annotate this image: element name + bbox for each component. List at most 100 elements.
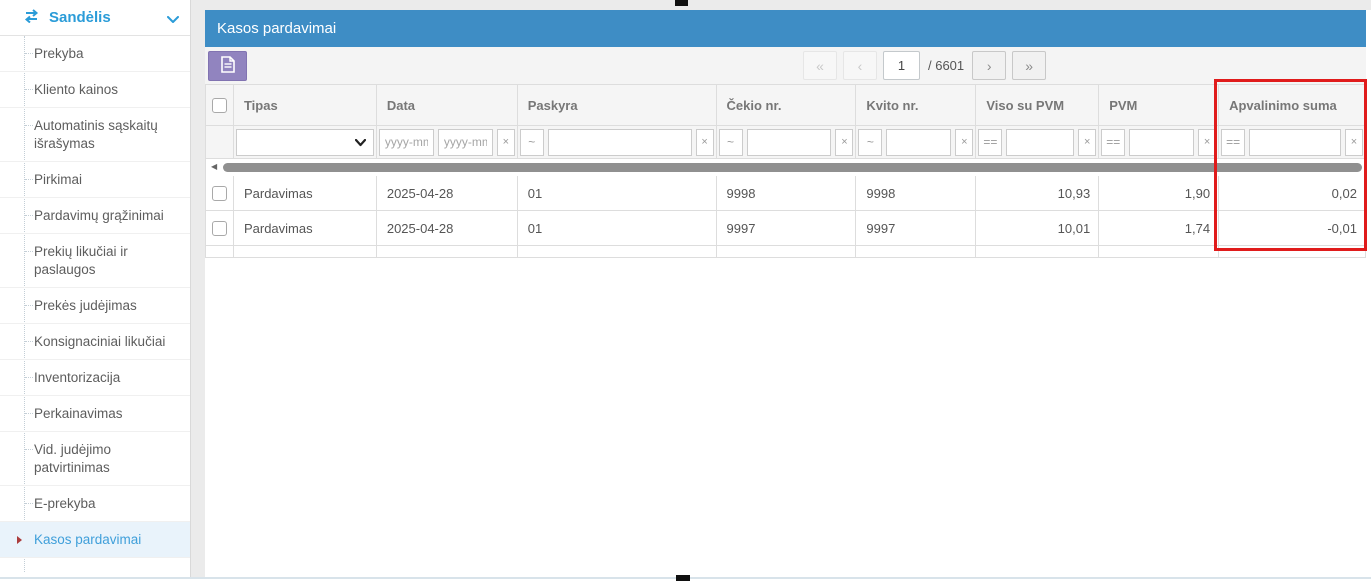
- sidebar-item-label: Kasos pardavimai: [34, 532, 142, 547]
- clear-filter-button[interactable]: ×: [835, 128, 854, 156]
- sidebar-item-label: Pardavimų grąžinimai: [34, 208, 164, 223]
- toolbar: « ‹ / 6601 › »: [205, 47, 1366, 84]
- cell-empty: [376, 246, 518, 258]
- sidebar-item-label: Inventorizacija: [34, 370, 121, 385]
- filter-cell-apvalinimo-suma: == ×: [1219, 126, 1366, 159]
- row-checkbox[interactable]: [211, 220, 227, 236]
- filter-operator-button[interactable]: ~: [519, 128, 544, 156]
- column-header-viso-su-pvm[interactable]: Viso su PVM: [976, 84, 1100, 126]
- clear-filter-button[interactable]: ×: [1198, 128, 1217, 156]
- sidebar-item-inventorizacija[interactable]: Inventorizacija: [0, 360, 190, 396]
- sidebar-item-e-prekyba[interactable]: E-prekyba: [0, 486, 190, 522]
- clear-filter-button[interactable]: ×: [496, 128, 515, 156]
- pvm-filter-input[interactable]: [1129, 128, 1195, 156]
- filter-cell-paskyra: ~ ×: [517, 126, 717, 159]
- chevron-down-icon: [167, 12, 179, 27]
- cell-pvm: 1,90: [1099, 176, 1220, 211]
- table-row[interactable]: Pardavimas 2025-04-28 01 9997 9997 10,01…: [206, 211, 1366, 246]
- pager-last-button[interactable]: »: [1012, 51, 1047, 80]
- apvalinimo-suma-filter-input[interactable]: [1249, 128, 1341, 156]
- cell-viso-su-pvm: 10,01: [976, 211, 1100, 246]
- filter-operator-button[interactable]: ==: [1101, 128, 1126, 156]
- kvito-nr-filter-input[interactable]: [886, 128, 952, 156]
- clear-filter-button[interactable]: ×: [695, 128, 714, 156]
- filter-operator-button[interactable]: ==: [978, 128, 1003, 156]
- select-all-checkbox[interactable]: [211, 97, 227, 113]
- active-item-marker-icon: [17, 536, 22, 544]
- grid-filter-row: × ~ × ~ × ~ × == × ==: [206, 126, 1366, 159]
- sidebar-item-prekes-judejimas[interactable]: Prekės judėjimas: [0, 288, 190, 324]
- data-grid: Tipas Data Paskyra Čekio nr. Kvito nr. V…: [205, 84, 1366, 258]
- sidebar-item-label: E-prekyba: [34, 496, 96, 511]
- sidebar-item-kliento-kainos[interactable]: Kliento kainos: [0, 72, 190, 108]
- scroll-left-arrow-icon[interactable]: ◀: [211, 162, 217, 171]
- cell-kvito-nr: 9997: [856, 211, 977, 246]
- viso-su-pvm-filter-input[interactable]: [1006, 128, 1075, 156]
- select-all-cell: [206, 84, 234, 126]
- cell-cekio-nr: 9997: [716, 211, 857, 246]
- cell-tipas: Pardavimas: [233, 211, 377, 246]
- top-edge-artifact: [675, 0, 688, 6]
- top-margin-strip: [205, 0, 1371, 10]
- column-header-kvito-nr[interactable]: Kvito nr.: [856, 84, 977, 126]
- sidebar-item-prekyba[interactable]: Prekyba: [0, 36, 190, 72]
- clear-filter-button[interactable]: ×: [1344, 128, 1363, 156]
- cell-kvito-nr: 9998: [856, 176, 977, 211]
- filter-cell-kvito-nr: ~ ×: [856, 126, 977, 159]
- cell-pvm: 1,74: [1099, 211, 1220, 246]
- sidebar-item-automatinis-saskaitu-israsymas[interactable]: Automatinis sąskaitų išrašymas: [0, 108, 190, 162]
- column-header-pvm[interactable]: PVM: [1099, 84, 1220, 126]
- column-header-data[interactable]: Data: [376, 84, 518, 126]
- column-header-apvalinimo-suma[interactable]: Apvalinimo suma: [1219, 84, 1366, 126]
- column-header-paskyra[interactable]: Paskyra: [517, 84, 717, 126]
- clear-filter-button[interactable]: ×: [1078, 128, 1097, 156]
- pager-first-button[interactable]: «: [803, 51, 837, 80]
- sidebar-item-konsignaciniai-likuciai[interactable]: Konsignaciniai likučiai: [0, 324, 190, 360]
- sidebar-item-kasos-pardavimai[interactable]: Kasos pardavimai: [0, 522, 190, 558]
- filter-cell-data: ×: [376, 126, 518, 159]
- sidebar-item-pardavimu-grazinimai[interactable]: Pardavimų grąžinimai: [0, 198, 190, 234]
- column-header-tipas[interactable]: Tipas: [233, 84, 377, 126]
- select-chevron-icon: [354, 138, 366, 146]
- cell-paskyra: 01: [517, 211, 717, 246]
- cell-data: 2025-04-28: [376, 176, 518, 211]
- panel-title: Kasos pardavimai: [205, 10, 1366, 47]
- cell-paskyra: 01: [517, 176, 717, 211]
- clear-filter-button[interactable]: ×: [955, 128, 974, 156]
- cell-empty: [716, 246, 857, 258]
- export-button[interactable]: [208, 51, 247, 81]
- bottom-edge-artifact: [676, 575, 690, 581]
- sidebar-item-vid-judejimo-patvirtinimas[interactable]: Vid. judėjimo patvirtinimas: [0, 432, 190, 486]
- filter-cell-viso-su-pvm: == ×: [976, 126, 1100, 159]
- sidebar-item-pirkimai[interactable]: Pirkimai: [0, 162, 190, 198]
- filter-operator-button[interactable]: ==: [1221, 128, 1246, 156]
- paskyra-filter-input[interactable]: [547, 128, 692, 156]
- scrollbar-thumb[interactable]: [223, 163, 1362, 172]
- cell-empty: [206, 246, 234, 258]
- sidebar-title: Sandėlis: [49, 9, 111, 26]
- sidebar-item-prekiu-likuciai-ir-paslaugos[interactable]: Prekių likučiai ir paslaugos: [0, 234, 190, 288]
- sidebar-item-label: Pirkimai: [34, 172, 83, 187]
- pager-prev-button[interactable]: ‹: [843, 51, 877, 80]
- tipas-filter-select[interactable]: [235, 128, 374, 156]
- sidebar-item-label: Prekės judėjimas: [34, 298, 137, 313]
- filter-operator-button[interactable]: ~: [858, 128, 883, 156]
- swap-arrows-icon: [23, 9, 40, 26]
- pager-next-button[interactable]: ›: [972, 51, 1007, 80]
- filter-operator-button[interactable]: ~: [718, 128, 743, 156]
- date-to-input[interactable]: [437, 128, 493, 156]
- pager-page-input[interactable]: [883, 51, 920, 80]
- sidebar-header-sandelis[interactable]: Sandėlis: [0, 0, 190, 36]
- cell-empty: [856, 246, 977, 258]
- sidebar-item-label: Kliento kainos: [34, 82, 119, 97]
- date-from-input[interactable]: [378, 128, 434, 156]
- sidebar-item-perkainavimas[interactable]: Perkainavimas: [0, 396, 190, 432]
- row-checkbox[interactable]: [211, 185, 227, 201]
- table-row[interactable]: Pardavimas 2025-04-28 01 9998 9998 10,93…: [206, 176, 1366, 211]
- column-header-cekio-nr[interactable]: Čekio nr.: [716, 84, 857, 126]
- sidebar: Sandėlis Prekyba Kliento kainos Automati…: [0, 0, 191, 577]
- row-checkbox-cell: [206, 176, 234, 211]
- cell-tipas: Pardavimas: [233, 176, 377, 211]
- cell-empty: [1099, 246, 1220, 258]
- cekio-nr-filter-input[interactable]: [746, 128, 832, 156]
